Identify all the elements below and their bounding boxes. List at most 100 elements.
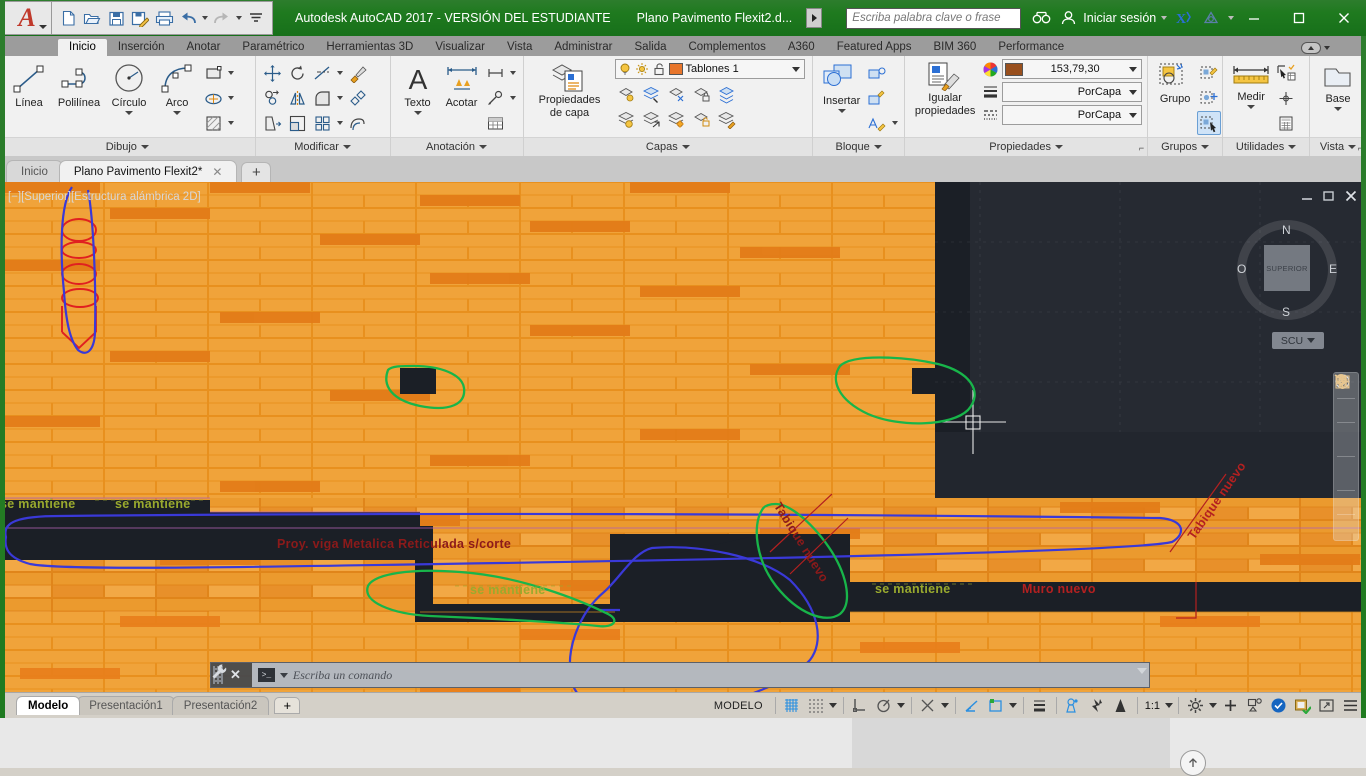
view-cube-south[interactable]: S — [1282, 305, 1290, 319]
ribbon-minimize-control[interactable] — [1301, 42, 1330, 54]
tab-anotar[interactable]: Anotar — [176, 39, 232, 56]
base-dropdown-icon[interactable] — [1334, 107, 1343, 111]
zoom-dropdown-icon[interactable] — [1334, 374, 1357, 455]
panel-modificar-title[interactable]: Modificar — [255, 137, 390, 156]
girar-button[interactable] — [286, 61, 310, 85]
view-cube-west[interactable]: O — [1237, 262, 1246, 276]
capa-previa-button[interactable] — [715, 82, 739, 106]
polar-dropdown-icon[interactable] — [896, 694, 907, 718]
ucs-selector[interactable]: SCU — [1272, 332, 1324, 349]
tab-parametrico[interactable]: Paramétrico — [231, 39, 315, 56]
annotation-scale-value[interactable]: 1:1 — [1142, 700, 1163, 712]
tabla-button[interactable] — [484, 111, 508, 135]
clean-screen-icon[interactable] — [1290, 694, 1314, 718]
grid-display-icon[interactable] — [780, 694, 804, 718]
circulo-dropdown-icon[interactable] — [125, 111, 133, 115]
new-icon[interactable] — [56, 6, 80, 30]
object-color-selector[interactable]: 153,79,30 — [1002, 59, 1143, 79]
close-icon[interactable]: ✕ — [212, 165, 222, 179]
texto-button[interactable]: A Texto — [396, 60, 440, 117]
base-button[interactable]: Base — [1315, 60, 1361, 113]
estilo-cota-dropdown-icon[interactable] — [509, 61, 518, 85]
medir-dropdown-icon[interactable] — [1247, 105, 1256, 109]
doc-tab-plano-pavimento[interactable]: Plano Pavimento Flexit2* ✕ — [58, 160, 238, 182]
elipse-dropdown-icon[interactable] — [226, 86, 235, 110]
plot-icon[interactable] — [152, 6, 176, 30]
tab-complementos[interactable]: Complementos — [677, 39, 776, 56]
crear-bloque-button[interactable] — [865, 61, 889, 85]
tab-inicio[interactable]: Inicio — [58, 39, 107, 56]
help-icon[interactable] — [1199, 7, 1223, 29]
seleccion-rapida-button[interactable] — [1274, 61, 1298, 85]
desaislar-capa-button[interactable] — [665, 82, 689, 106]
isolate-objects-icon[interactable] — [1242, 694, 1266, 718]
user-account-icon[interactable] — [1056, 7, 1080, 29]
command-line[interactable]: ✕ >_ Escriba un comando — [210, 662, 1150, 688]
hardware-accel-icon[interactable] — [1266, 694, 1290, 718]
search-input[interactable]: Escriba palabra clave o frase — [846, 7, 1022, 29]
drawing-canvas[interactable]: Y — [0, 182, 1366, 692]
estirar-button[interactable] — [261, 111, 285, 135]
escala-button[interactable] — [286, 111, 310, 135]
document-list-button[interactable] — [806, 8, 823, 28]
sombreado-button[interactable] — [201, 111, 225, 135]
space-toggle[interactable]: MODELO — [706, 700, 771, 712]
linetype-selector[interactable]: PorCapa — [1002, 105, 1143, 125]
nav-more-icon[interactable] — [1335, 373, 1357, 537]
insertar-button[interactable]: Insertar — [818, 60, 865, 115]
polar-tracking-icon[interactable] — [872, 694, 896, 718]
add-toggle-icon[interactable] — [1218, 694, 1242, 718]
igualar-prop-small-button[interactable] — [346, 61, 370, 85]
tab-performance[interactable]: Performance — [987, 39, 1075, 56]
punto-id-button[interactable] — [1274, 86, 1298, 110]
layer-selector[interactable]: Tablones 1 — [614, 59, 805, 79]
tab-salida[interactable]: Salida — [624, 39, 678, 56]
osnap-dropdown-icon[interactable] — [940, 694, 951, 718]
tab-herramientas-3d[interactable]: Herramientas 3D — [315, 39, 424, 56]
tab-visualizar[interactable]: Visualizar — [424, 39, 496, 56]
panel-propiedades-expand-icon[interactable]: ⌐ — [1139, 143, 1144, 153]
color-wheel-icon[interactable] — [982, 61, 999, 78]
tab-vista[interactable]: Vista — [496, 39, 543, 56]
directriz-button[interactable] — [484, 86, 508, 110]
chevron-down-icon[interactable] — [1127, 112, 1139, 118]
elipse-button[interactable] — [201, 86, 225, 110]
scroll-up-button[interactable] — [1180, 750, 1206, 776]
customization-icon[interactable] — [1338, 694, 1362, 718]
tab-bim-360[interactable]: BIM 360 — [923, 39, 988, 56]
panel-dibujo-title[interactable]: Dibujo — [0, 137, 255, 156]
arco-button[interactable]: Arco — [153, 60, 201, 117]
rectangulo-dropdown-icon[interactable] — [226, 61, 235, 85]
copiar-button[interactable] — [261, 86, 285, 110]
fullscreen-icon[interactable] — [1314, 694, 1338, 718]
workspace-icon[interactable] — [1183, 694, 1207, 718]
matriz-button[interactable] — [311, 111, 335, 135]
sign-in-label[interactable]: Iniciar sesión — [1083, 11, 1156, 25]
new-tab-button[interactable]: + — [241, 162, 272, 182]
panel-grupos-title[interactable]: Grupos — [1148, 137, 1223, 156]
scale-dropdown-icon[interactable] — [1163, 694, 1174, 718]
calculadora-button[interactable] — [1274, 111, 1298, 135]
propiedades-capa-button[interactable]: Propiedades de capa — [529, 59, 611, 121]
layout-tab-modelo[interactable]: Modelo — [16, 696, 81, 715]
linea-button[interactable]: Línea — [5, 60, 53, 111]
grupo-button[interactable]: Grupo — [1153, 60, 1197, 107]
tab-featured-apps[interactable]: Featured Apps — [826, 39, 923, 56]
snap-mode-icon[interactable] — [804, 694, 828, 718]
application-menu-button[interactable]: A — [2, 1, 52, 35]
pan-icon[interactable] — [1335, 375, 1357, 421]
panel-propiedades-title[interactable]: Propiedades ⌐ — [905, 137, 1148, 156]
new-layout-button[interactable]: + — [274, 697, 301, 714]
estilo-cota-button[interactable] — [484, 61, 508, 85]
definir-capa-actual-button[interactable] — [640, 82, 664, 106]
panel-bloque-title[interactable]: Bloque — [813, 137, 905, 156]
workspace-dropdown-icon[interactable] — [1207, 694, 1218, 718]
circulo-button[interactable]: Círculo — [105, 60, 153, 117]
chevron-down-icon[interactable] — [1127, 66, 1139, 72]
panel-vista-title[interactable]: Vista ⌐ — [1310, 137, 1366, 156]
panel-anotacion-title[interactable]: Anotación — [390, 137, 523, 156]
igualar-propiedades-button[interactable]: Igualar propiedades — [910, 59, 980, 119]
transparency-icon[interactable] — [1061, 694, 1085, 718]
medir-button[interactable]: Medir — [1228, 60, 1274, 111]
texto-dropdown-icon[interactable] — [413, 111, 422, 115]
